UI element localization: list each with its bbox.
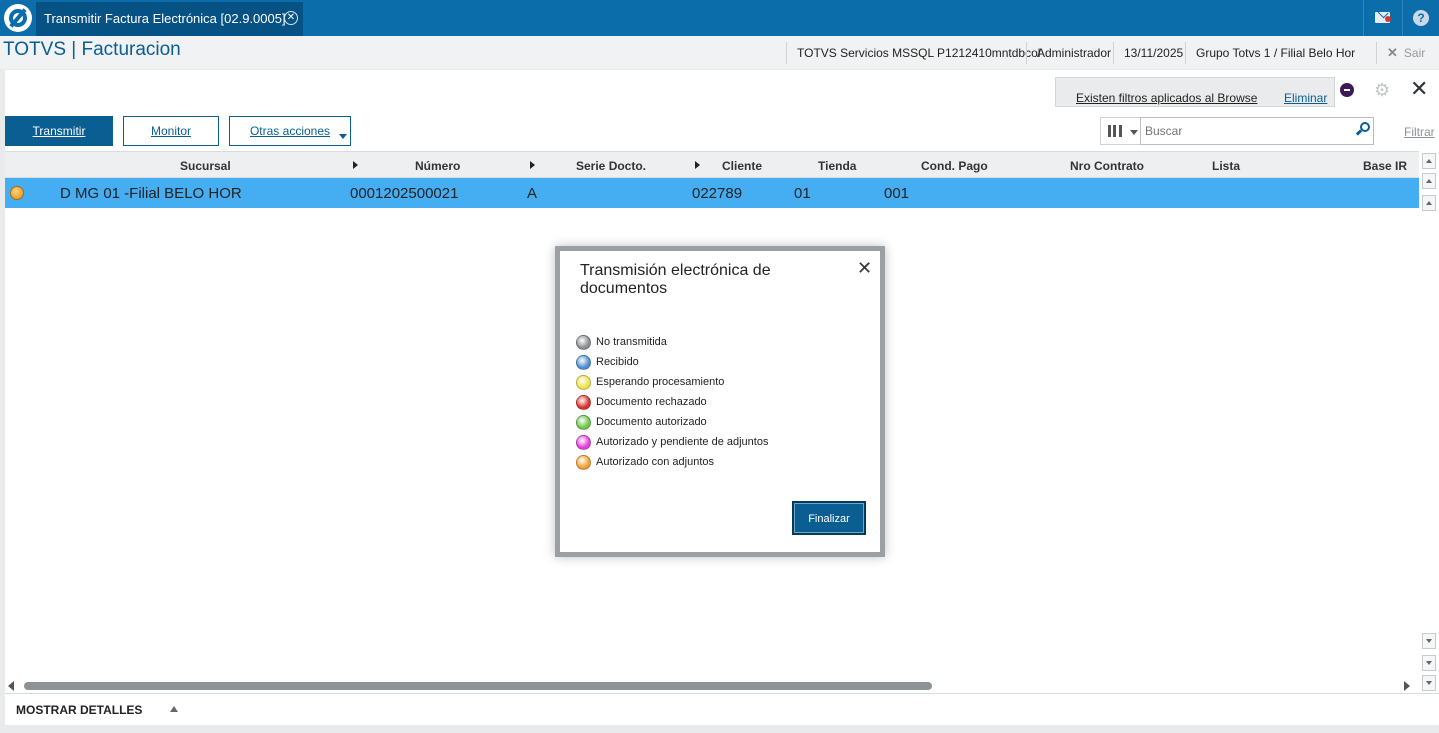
cell-tienda: 01	[794, 185, 811, 202]
cell-serie: A	[527, 185, 538, 202]
column-header-cliente[interactable]: Cliente	[722, 159, 762, 173]
logout-label: Sair	[1403, 46, 1426, 60]
table-row[interactable]: D MG 01 -Filial BELO HOR 0001202500021 A…	[5, 178, 1419, 208]
legend-dot-icon	[576, 415, 591, 430]
finish-button[interactable]: Finalizar	[792, 501, 866, 535]
logout-button[interactable]: ✕ Sair	[1376, 42, 1425, 64]
legend-label: Autorizado con adjuntos	[596, 456, 715, 468]
logout-icon: ✕	[1387, 45, 1398, 60]
help-button[interactable]: ?	[1402, 0, 1438, 36]
column-header-tienda[interactable]: Tienda	[818, 159, 856, 173]
column-header-nro-contrato[interactable]: Nro Contrato	[1070, 159, 1144, 173]
transmit-button[interactable]: Transmitir	[5, 116, 113, 146]
dialog-title: Transmisión electrónica de documentos	[580, 262, 771, 297]
legend-label: Documento autorizado	[596, 416, 707, 428]
horizontal-scrollbar[interactable]	[8, 679, 1418, 693]
user-info: Administrador	[1026, 42, 1111, 64]
scroll-bottom-icon[interactable]	[1422, 675, 1436, 691]
messages-button[interactable]	[1363, 0, 1399, 36]
legend-dot-icon	[576, 355, 591, 370]
app-title: TOTVS | Facturacion	[3, 39, 181, 60]
app-header: TOTVS | Facturacion TOTVS Servicios MSSQ…	[0, 36, 1439, 69]
legend-dot-icon	[576, 375, 591, 390]
legend-dot-icon	[576, 335, 591, 350]
legend-label: Recibido	[596, 356, 639, 368]
totvs-logo-icon[interactable]	[4, 4, 32, 32]
status-dot-icon[interactable]	[10, 186, 24, 200]
scroll-top-icon[interactable]	[1422, 153, 1436, 169]
column-expand-icon[interactable]	[353, 161, 358, 169]
search-input[interactable]	[1140, 117, 1374, 145]
vertical-scrollbar[interactable]	[1419, 151, 1439, 691]
legend-label: Documento rechazado	[596, 396, 707, 408]
legend-label: Esperando procesamiento	[596, 376, 725, 388]
scroll-up-icon[interactable]	[1422, 195, 1436, 211]
company-info: Grupo Totvs 1 / Filial Belo Hor	[1185, 42, 1355, 64]
filter-notice: Existen filtros aplicados al Browse Elim…	[1055, 77, 1335, 107]
gear-icon[interactable]: ⚙	[1374, 80, 1390, 100]
scroll-up-icon[interactable]	[1422, 173, 1436, 189]
more-actions-label: Otras acciones	[249, 124, 331, 138]
grid-header: Sucursal Número Serie Docto. Cliente Tie…	[5, 151, 1419, 178]
column-header-base-ir[interactable]: Base IR	[1363, 159, 1407, 173]
legend-dot-icon	[576, 395, 591, 410]
chevron-down-icon	[339, 134, 347, 139]
legend-label: No transmitida	[596, 336, 667, 348]
minus-circle-icon[interactable]	[1340, 83, 1354, 97]
show-details-label[interactable]: MOSTRAR DETALLES	[16, 703, 142, 717]
column-header-cond-pago[interactable]: Cond. Pago	[921, 159, 988, 173]
environment-info: TOTVS Servicios MSSQL P1212410mntdbcol	[786, 42, 1040, 64]
column-header-lista[interactable]: Lista	[1212, 159, 1240, 173]
cell-sucursal: D MG 01 -Filial BELO HOR	[60, 185, 242, 202]
column-header-sucursal[interactable]: Sucursal	[180, 159, 231, 173]
remove-filters-link[interactable]: Eliminar	[1284, 91, 1327, 105]
close-icon[interactable]: ✕	[1410, 78, 1428, 100]
columns-icon	[1108, 125, 1122, 137]
column-expand-icon[interactable]	[695, 161, 700, 169]
scroll-left-icon[interactable]	[8, 681, 14, 691]
scroll-thumb[interactable]	[24, 682, 932, 690]
legend-label: Autorizado y pendiente de adjuntos	[596, 436, 769, 448]
monitor-button[interactable]: Monitor	[123, 116, 219, 146]
tab-transmitir-factura[interactable]: Transmitir Factura Electrónica [02.9.000…	[36, 2, 303, 36]
legend-dot-icon	[576, 435, 591, 450]
search-icon[interactable]	[1355, 122, 1370, 136]
more-actions-button[interactable]: Otras acciones	[229, 116, 351, 146]
chevron-up-icon[interactable]	[170, 706, 178, 712]
cell-numero: 0001202500021	[350, 185, 459, 202]
column-header-serie[interactable]: Serie Docto.	[576, 159, 646, 173]
date-info: 13/11/2025	[1113, 42, 1183, 64]
help-icon: ?	[1413, 10, 1429, 26]
tab-close-icon[interactable]: ✕	[284, 11, 298, 25]
legend-dot-icon	[576, 455, 591, 470]
scroll-down-icon[interactable]	[1422, 655, 1436, 671]
column-header-numero[interactable]: Número	[415, 159, 460, 173]
details-bar[interactable]: MOSTRAR DETALLES	[5, 693, 1439, 725]
chevron-down-icon	[1130, 130, 1138, 135]
cell-cond-pago: 001	[884, 185, 910, 202]
cell-cliente: 022789	[692, 185, 743, 202]
filter-link[interactable]: Filtrar	[1404, 125, 1435, 139]
legend-dialog: Transmisión electrónica de documentos ✕ …	[555, 246, 885, 557]
scroll-right-icon[interactable]	[1404, 681, 1410, 691]
dialog-close-icon[interactable]: ✕	[857, 259, 872, 277]
notification-dot	[1385, 16, 1391, 22]
filter-notice-text[interactable]: Existen filtros aplicados al Browse	[1076, 91, 1257, 105]
scroll-down-icon[interactable]	[1422, 633, 1436, 649]
column-expand-icon[interactable]	[530, 161, 535, 169]
top-bar: Transmitir Factura Electrónica [02.9.000…	[0, 0, 1439, 36]
column-picker-button[interactable]	[1100, 117, 1140, 145]
tab-label: Transmitir Factura Electrónica [02.9.000…	[44, 11, 286, 26]
